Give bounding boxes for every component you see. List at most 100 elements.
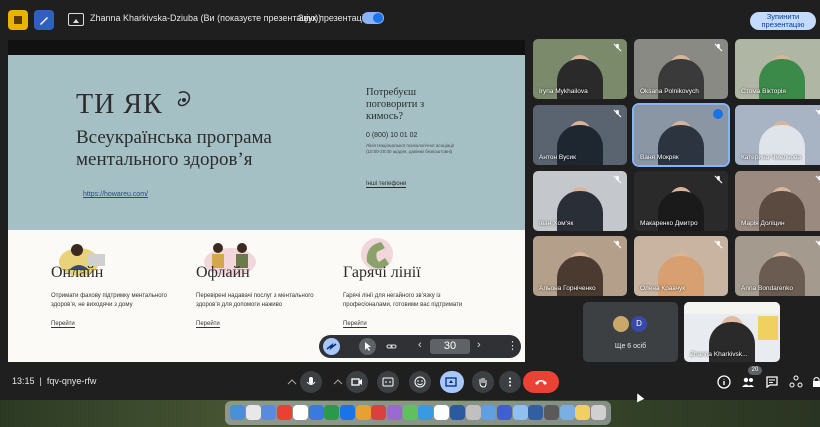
dock-app-icon[interactable]	[434, 405, 450, 420]
option-link[interactable]: Перейти	[196, 321, 220, 328]
participant-tile[interactable]: Іван Хом’як	[533, 171, 627, 231]
previous-slide-icon[interactable]: ‹	[418, 339, 422, 351]
dock-app-icon[interactable]	[512, 405, 528, 420]
pen-app-icon[interactable]	[34, 10, 54, 30]
dock-app-icon[interactable]	[465, 405, 481, 420]
participant-tile[interactable]: Oksana Polnikovych	[634, 39, 728, 99]
dock-app-icon[interactable]	[355, 405, 371, 420]
activities-icon[interactable]	[789, 375, 803, 389]
option-link[interactable]: Перейти	[51, 321, 75, 328]
annotate-app-icon[interactable]	[8, 10, 28, 30]
emoji-reaction-button[interactable]	[409, 371, 431, 393]
help-question: Потребуєш поговорити з кимось?	[366, 87, 425, 122]
participant-tile[interactable]: Макаренко Дмитро	[634, 171, 728, 231]
avatar: D	[631, 316, 647, 332]
laser-pointer-button[interactable]	[323, 338, 340, 355]
dock-app-icon[interactable]	[575, 405, 591, 420]
participant-name: Стома Вікторія	[741, 88, 786, 95]
link-button[interactable]	[383, 338, 400, 355]
dock-app-icon[interactable]	[230, 405, 245, 420]
participant-tile[interactable]: Альона Горніченко	[533, 236, 627, 296]
participant-tile[interactable]: Катерина Чмельова	[735, 105, 820, 165]
muted-mic-icon	[815, 240, 820, 246]
muted-mic-icon	[613, 43, 622, 52]
slide-header-panel: ТИ ЯК Всеукраїнська програма ментального…	[8, 55, 525, 230]
muted-mic-icon	[613, 109, 622, 118]
dock-app-icon[interactable]	[591, 405, 607, 420]
dock-app-icon[interactable]	[324, 405, 340, 420]
participant-tile[interactable]: Стома Вікторія	[735, 39, 820, 99]
chat-icon[interactable]	[765, 375, 779, 389]
dock-app-icon[interactable]	[308, 405, 324, 420]
dock-app-icon[interactable]	[371, 405, 387, 420]
participant-tile[interactable]: Олена Кравчук	[634, 236, 728, 296]
dock-app-icon[interactable]	[402, 405, 418, 420]
leave-call-button[interactable]	[523, 371, 559, 393]
present-screen-button[interactable]	[440, 371, 464, 393]
website-link[interactable]: https://howareu.com/	[83, 191, 148, 198]
people-icon[interactable]	[741, 375, 755, 389]
option-text: Отримати фахову підтримку ментального зд…	[51, 293, 167, 308]
participant-count-badge: 20	[748, 366, 762, 375]
dock-app-icon[interactable]	[496, 405, 512, 420]
option-text: Гарячі лінії для негайного зв’язку із пр…	[343, 293, 463, 308]
lock-icon[interactable]	[812, 375, 820, 389]
participant-tile[interactable]: Anna Bondarenko	[735, 236, 820, 296]
dock-app-icon[interactable]	[245, 405, 261, 420]
muted-mic-icon	[815, 175, 820, 181]
dock-app-icon[interactable]	[292, 405, 308, 420]
next-slide-icon[interactable]: ›	[477, 339, 481, 351]
participant-name: Альона Горніченко	[539, 285, 596, 292]
dock-app-icon[interactable]	[387, 405, 402, 420]
meeting-time-code: 13:15 | fqv-qnye-rfw	[12, 376, 97, 386]
muted-mic-icon	[815, 109, 820, 115]
slide-page-number[interactable]: 30	[430, 339, 470, 354]
more-slide-options-icon[interactable]: ⋮	[507, 339, 518, 352]
dock-app-icon[interactable]	[418, 405, 434, 420]
participant-tile[interactable]: Ваня Мокряк	[632, 103, 730, 167]
avatar	[613, 316, 629, 332]
logo-icon	[177, 91, 190, 107]
muted-mic-icon	[613, 175, 622, 184]
dock-app-icon[interactable]	[559, 405, 575, 420]
raise-hand-button[interactable]	[472, 371, 494, 393]
more-participants-tile[interactable]: D Ще 6 осіб	[583, 302, 678, 362]
option-link[interactable]: Перейти	[343, 321, 367, 328]
captions-button[interactable]	[377, 371, 399, 393]
dock-app-icon[interactable]	[261, 405, 277, 420]
dock-app-icon[interactable]	[339, 405, 355, 420]
self-background-banner	[758, 316, 778, 340]
self-tile[interactable]: Zhanna Kharkivsk...	[684, 302, 780, 362]
slide-heading-text: ТИ ЯК	[76, 89, 163, 120]
dock-app-icon[interactable]	[481, 405, 497, 420]
stop-presenting-button[interactable]: Зупинити презентацію	[750, 12, 816, 30]
meeting-code: fqv-qnye-rfw	[46, 376, 97, 386]
option-title: Офлайн	[196, 264, 250, 281]
dock-app-icon[interactable]	[277, 405, 293, 420]
participant-tile[interactable]: Антон Вусик	[533, 105, 627, 165]
dock-app-icon[interactable]	[449, 405, 465, 420]
more-options-button[interactable]	[499, 371, 521, 393]
dock-app-icon[interactable]	[528, 405, 544, 420]
presentation-sound-toggle[interactable]	[362, 12, 384, 24]
slide-subtitle: Всеукраїнська програма ментального здоро…	[76, 127, 272, 170]
macos-dock	[225, 401, 611, 425]
participant-name: Антон Вусик	[539, 154, 577, 161]
participant-name: Марія Доліцин	[741, 220, 785, 227]
speaking-indicator-icon	[713, 109, 723, 119]
info-icon[interactable]	[717, 375, 731, 389]
cursor-button[interactable]	[359, 338, 376, 355]
presenter-title: Zhanna Kharkivska-Dziuba (Ви (показуєте …	[90, 13, 322, 23]
other-phones-link[interactable]: Інші телефони	[366, 181, 407, 188]
meeting-controls-bar: 13:15 | fqv-qnye-rfw 20	[0, 362, 820, 400]
participant-name: Iryna Mykhailova	[539, 88, 588, 95]
dock-app-icon[interactable]	[544, 405, 559, 420]
microphone-button[interactable]	[300, 371, 322, 393]
participant-tile[interactable]: Марія Доліцин	[735, 171, 820, 231]
participant-name: Ваня Мокряк	[640, 154, 679, 161]
camera-button[interactable]	[346, 371, 368, 393]
muted-mic-icon	[714, 175, 723, 184]
clock-time: 13:15	[12, 376, 35, 386]
participant-tile[interactable]: Iryna Mykhailova	[533, 39, 627, 99]
muted-mic-icon	[714, 43, 723, 52]
